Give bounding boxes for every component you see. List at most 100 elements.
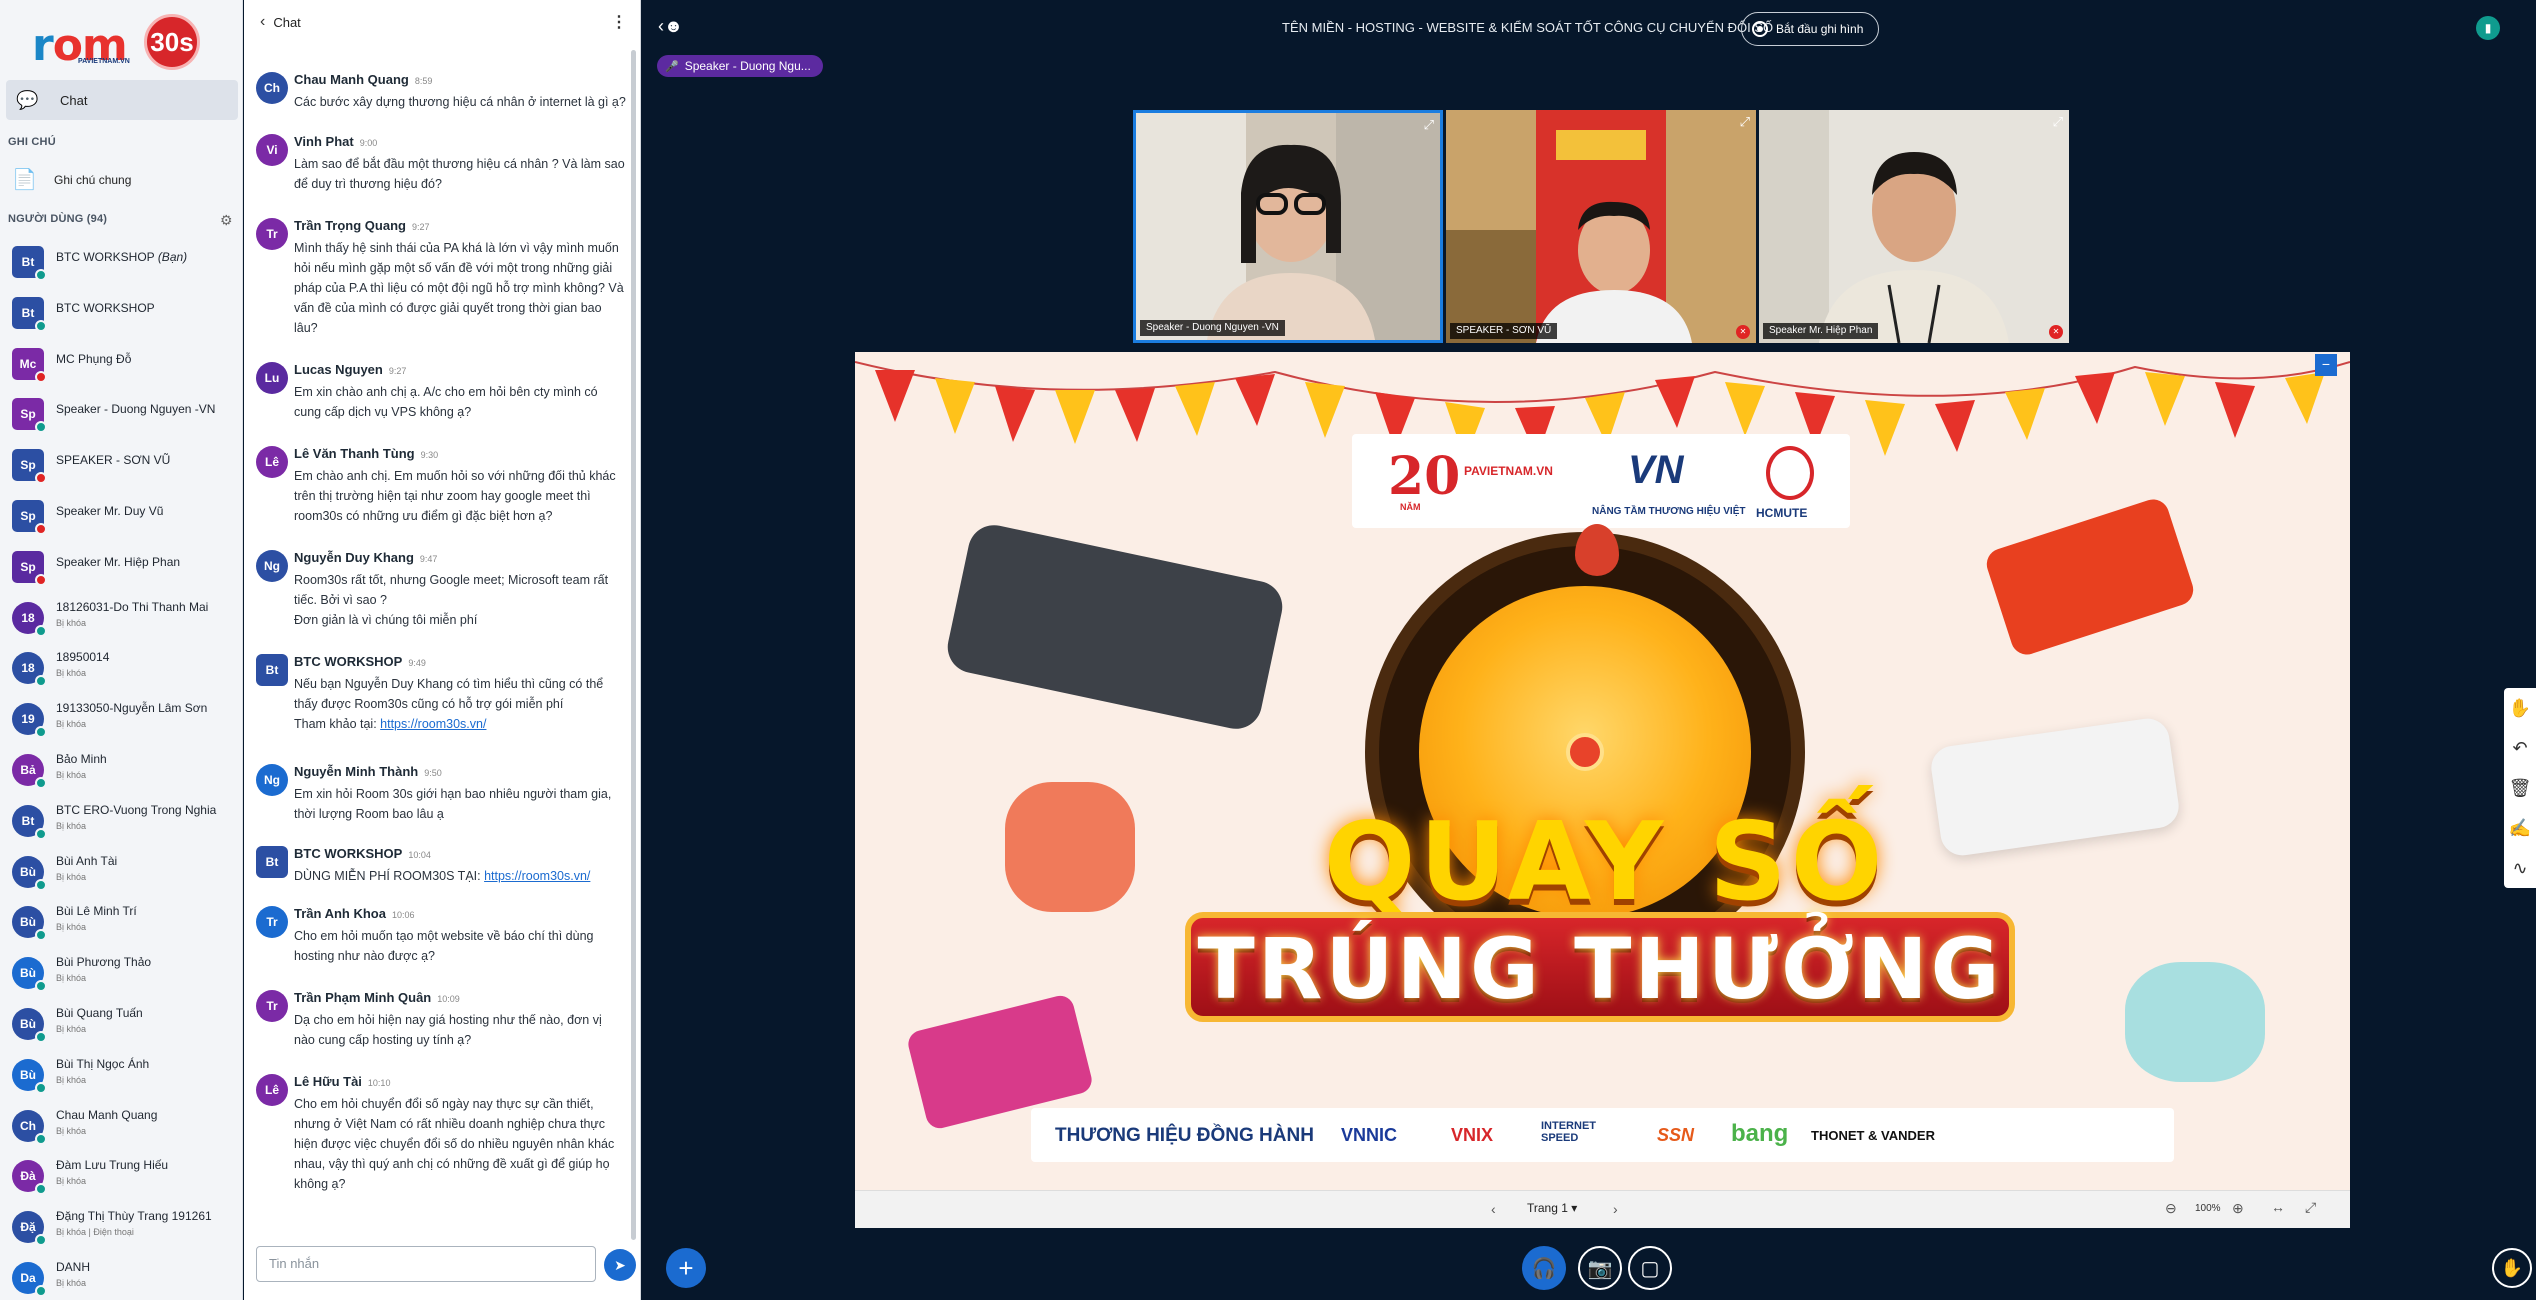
slide-page-select[interactable]: Trang 1 ▾ xyxy=(1527,1201,1577,1215)
partner-logo: bang xyxy=(1731,1120,1789,1147)
avatar-initials: Vi xyxy=(266,143,278,157)
user-list-item[interactable]: Sp Speaker Mr. Duy Vũ xyxy=(0,490,242,541)
chevron-left-icon[interactable]: ‹ xyxy=(260,13,265,31)
connection-status-icon[interactable]: ▮ xyxy=(2476,16,2500,40)
multi-user-pen-icon[interactable]: ✍ xyxy=(2504,808,2536,848)
user-list-item[interactable]: Bù Bùi Phương Thảo Bị khóa xyxy=(0,947,242,998)
message-text: DÙNG MIỄN PHÍ ROOM30S TẠI: https://room3… xyxy=(294,866,626,886)
user-list-item[interactable]: Da DANH Bị khóa xyxy=(0,1252,242,1300)
presentation-slide[interactable]: 20 NĂM PAVIETNAM.VN VN NÂNG TẦM THƯƠNG H… xyxy=(855,352,2350,1228)
zoom-in-icon[interactable]: ⊕ xyxy=(2232,1200,2244,1217)
message-author-name: Nguyễn Duy Khang xyxy=(294,550,414,565)
message-line: Nếu bạn Nguyễn Duy Khang có tìm hiểu thì… xyxy=(294,677,604,711)
record-button[interactable]: Bắt đầu ghi hình xyxy=(1741,12,1879,46)
video-tile[interactable]: ⤢ Speaker Mr. Hiệp Phan ✕ xyxy=(1759,110,2069,343)
nav-chat[interactable]: 💬 Chat xyxy=(6,80,238,120)
user-status-text: Bị khóa xyxy=(56,973,87,984)
user-list-item[interactable]: Mc MC Phụng Đỗ xyxy=(0,338,242,389)
user-list-item[interactable]: Bt BTC WORKSHOP (Bạn) xyxy=(0,236,242,287)
message-author-name: Trần Anh Khoa xyxy=(294,906,386,921)
user-status-text: Bị khóa | Điện thoại xyxy=(56,1227,134,1238)
user-list-item[interactable]: 18 18126031-Do Thi Thanh Mai Bị khóa xyxy=(0,592,242,643)
actions-plus-button[interactable]: + xyxy=(666,1248,706,1288)
avatar: Đặ xyxy=(12,1211,47,1247)
message-author-name: Lê Hữu Tài xyxy=(294,1074,362,1089)
zoom-level: 100% xyxy=(2195,1203,2221,1214)
user-list-item[interactable]: Bt BTC WORKSHOP xyxy=(0,287,242,338)
user-status-text: Bị khóa xyxy=(56,1074,87,1085)
message-text: Nếu bạn Nguyễn Duy Khang có tìm hiểu thì… xyxy=(294,674,626,734)
raise-hand-icon[interactable]: ✋ xyxy=(2492,1248,2532,1288)
partners-heading: THƯƠNG HIỆU ĐỒNG HÀNH xyxy=(1055,1125,1314,1146)
user-list-item[interactable]: Bù Bùi Anh Tài Bị khóa xyxy=(0,846,242,897)
message-author-name: Chau Manh Quang xyxy=(294,72,409,87)
user-list-item[interactable]: Sp Speaker Mr. Hiệp Phan xyxy=(0,541,242,592)
message-link[interactable]: https://room30s.vn/ xyxy=(484,869,590,883)
user-list-item[interactable]: Bù Bùi Quang Tuấn Bị khóa xyxy=(0,998,242,1049)
prev-slide-icon[interactable]: ‹ xyxy=(1491,1201,1496,1217)
headphones-icon[interactable]: 🎧 xyxy=(1522,1246,1566,1290)
fullscreen-icon[interactable]: ⤢ xyxy=(1740,114,1750,130)
user-list-item[interactable]: Bả Bảo Minh Bị khóa xyxy=(0,744,242,795)
user-list-item[interactable]: Đặ Đặng Thị Thùy Trang 191261 Bị khóa | Đi… xyxy=(0,1201,242,1252)
message-author: Lê Văn Thanh Tùng 9:30 xyxy=(294,446,438,461)
user-list-item[interactable]: 18 18950014 Bị khóa xyxy=(0,642,242,693)
user-list-item[interactable]: Bù Bùi Lê Minh Trí Bị khóa xyxy=(0,896,242,947)
avatar: 18 xyxy=(12,601,47,637)
hand-tool-icon[interactable]: ✋ xyxy=(2504,688,2536,728)
next-slide-icon[interactable]: › xyxy=(1613,1201,1618,1217)
shared-notes-item[interactable]: 📄 Ghi chú chung xyxy=(12,166,232,194)
video-tile[interactable]: ⤢ SPEAKER - SƠN VŨ ✕ xyxy=(1446,110,1756,343)
chat-scrollbar[interactable] xyxy=(631,50,636,1240)
message-time: 9:50 xyxy=(424,768,442,778)
fullscreen-icon[interactable]: ⤢ xyxy=(2053,114,2063,130)
user-list-item[interactable]: Đà Đàm Lưu Trung Hiếu Bị khóa xyxy=(0,1150,242,1201)
user-list-item[interactable]: Sp SPEAKER - SƠN VŨ xyxy=(0,439,242,490)
minimize-presentation-button[interactable]: − xyxy=(2315,354,2337,376)
partner-logo: INTERNET SPEED xyxy=(1541,1120,1596,1144)
message-text: Cho em hỏi muốn tạo một website về báo c… xyxy=(294,926,626,966)
zoom-out-icon[interactable]: ⊖ xyxy=(2165,1200,2177,1217)
toggle-user-list-icon[interactable]: ‹☻ xyxy=(658,16,683,37)
user-list-item[interactable]: Sp Speaker - Duong Nguyen -VN xyxy=(0,388,242,439)
gear-icon[interactable]: ⚙ xyxy=(220,212,233,229)
user-list: Bt BTC WORKSHOP (Bạn) Bt BTC WORKSHOP Mc MC P… xyxy=(0,236,242,1300)
user-status-text: Bị khóa xyxy=(56,922,87,933)
user-list-item[interactable]: 19 19133050-Nguyễn Lâm Sơn Bị khóa xyxy=(0,693,242,744)
screen-share-icon[interactable]: ▢ xyxy=(1628,1246,1672,1290)
avatar: Tr xyxy=(256,218,288,250)
chat-message-input[interactable]: Tin nhắn xyxy=(256,1246,596,1282)
send-icon[interactable]: ➤ xyxy=(604,1249,636,1281)
user-list-item[interactable]: Bt BTC ERO-Vuong Trong Nghia Bị khóa xyxy=(0,795,242,846)
avatar-initials: Ch xyxy=(264,81,280,95)
fullscreen-icon[interactable]: ⤢ xyxy=(1424,117,1434,133)
message-time: 9:00 xyxy=(359,138,378,148)
user-name-text: Đàm Lưu Trung Hiếu xyxy=(56,1158,169,1173)
chat-title: Chat xyxy=(273,14,301,30)
more-options-icon[interactable]: ⋮ xyxy=(611,12,627,32)
trash-icon[interactable]: 🗑 xyxy=(2504,768,2536,808)
user-list-item[interactable]: Ch Chau Manh Quang Bị khóa xyxy=(0,1100,242,1151)
message-author-name: Lê Văn Thanh Tùng xyxy=(294,446,415,461)
chart-tool-icon[interactable]: ∿ xyxy=(2504,848,2536,888)
message-time: 9:47 xyxy=(419,554,438,564)
message-line: Các bước xây dựng thương hiệu cá nhân ở … xyxy=(294,95,626,109)
avatar: Tr xyxy=(256,906,288,938)
avatar-initials: Bt xyxy=(21,305,35,320)
avatar-initials: Sp xyxy=(20,458,36,473)
video-tile[interactable]: ⤢ Speaker - Duong Nguyen -VN xyxy=(1133,110,1443,343)
user-list-item[interactable]: Bù Bùi Thị Ngọc Ánh Bị khóa xyxy=(0,1049,242,1100)
partner-logo: VNIX xyxy=(1451,1125,1494,1145)
undo-icon[interactable]: ↶ xyxy=(2504,728,2536,768)
avatar-initials: Sp xyxy=(20,559,36,574)
user-name-text: Bùi Lê Minh Trí xyxy=(56,904,137,919)
user-name-text: BTC ERO-Vuong Trong Nghia xyxy=(56,802,217,817)
camera-off-icon[interactable]: 📷 xyxy=(1578,1246,1622,1290)
fullscreen-icon[interactable]: ⤢ xyxy=(2305,1199,2316,1216)
message-link[interactable]: https://room30s.vn/ xyxy=(380,717,486,731)
message-line: Đơn giản là vì chúng tôi miễn phí xyxy=(294,613,478,627)
talking-name: Speaker - Duong Ngu... xyxy=(684,59,811,73)
user-name: DANH xyxy=(56,1260,90,1274)
fit-width-icon[interactable]: ↔ xyxy=(2271,1199,2285,1215)
avatar-initials: Lê xyxy=(264,1083,279,1097)
